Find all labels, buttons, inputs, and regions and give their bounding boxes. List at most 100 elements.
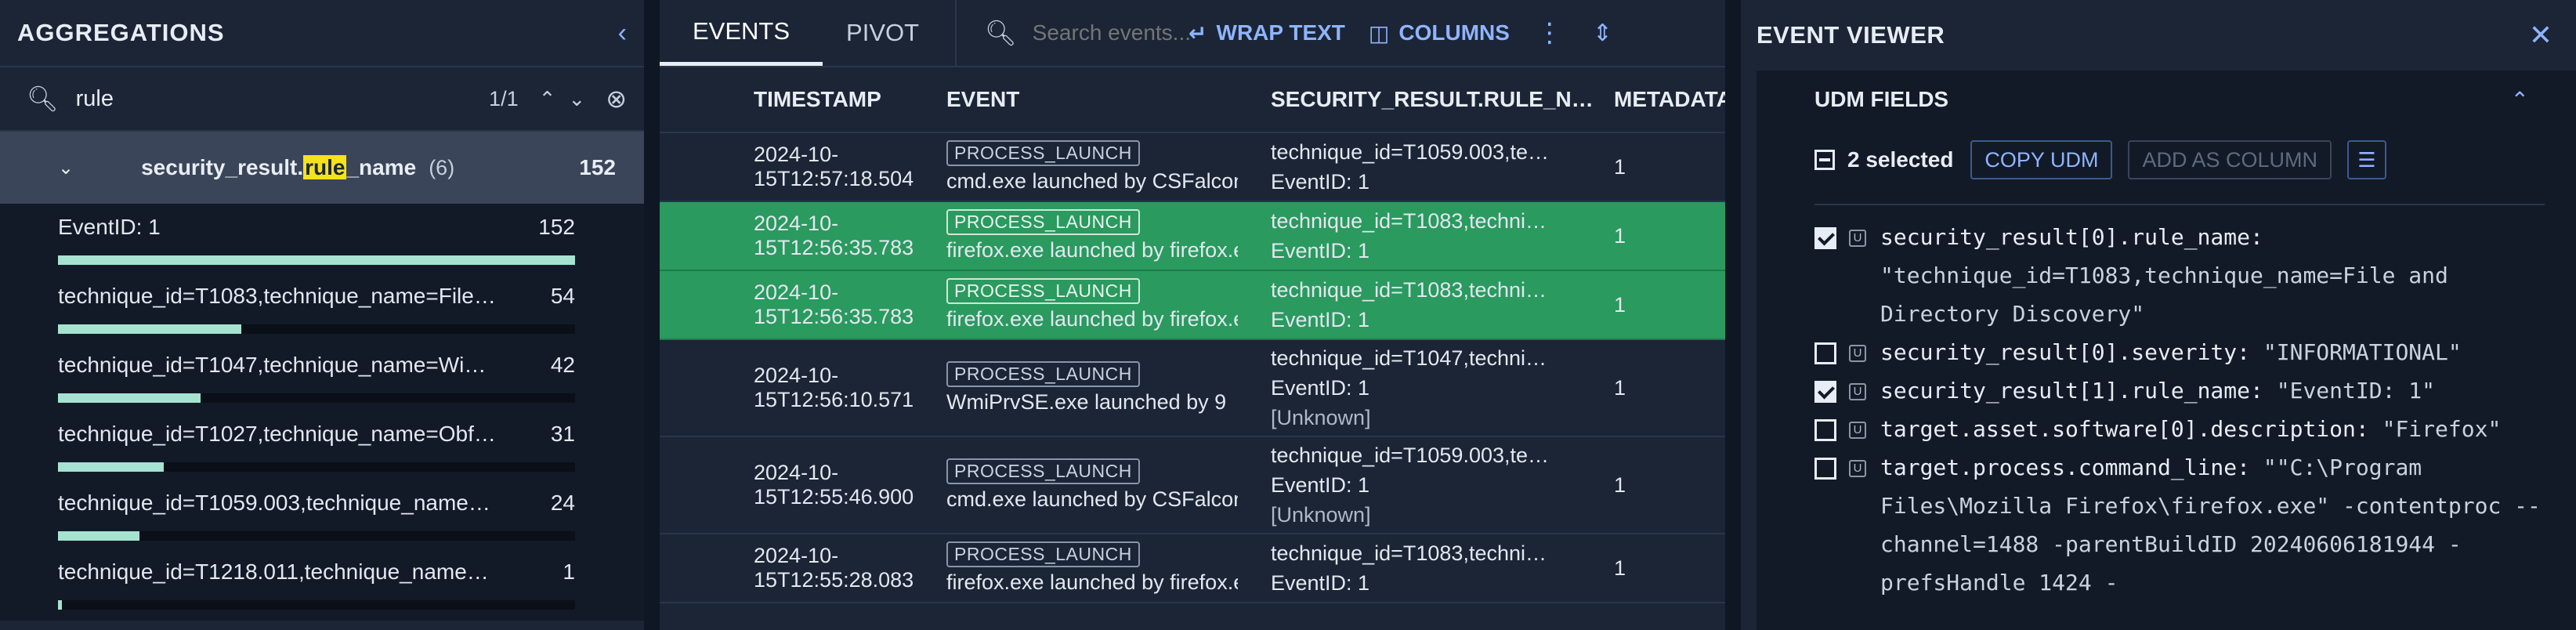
chevron-down-icon[interactable]: ⌄ <box>58 157 74 179</box>
aggregation-value-row[interactable]: technique_id=T1083,technique_name=File a… <box>0 276 644 345</box>
udm-field-key: security_result[0].severity: <box>1880 339 2263 365</box>
table-row[interactable]: 2024-10-15T12:57:18.504 PROCESS_LAUNCHcmd… <box>660 133 1725 202</box>
rule-name-cell-line: technique_id=T1059.003,technique_name=Wi… <box>1271 444 1554 467</box>
udm-fields-header[interactable]: UDM FIELDS ⌃ <box>1757 71 2576 129</box>
rule-name-cell-line: EventID: 1 <box>1271 473 1370 497</box>
aggregations-panel: AGGREGATIONS ‹ 🔍︎ 1/1 ⌃ ⌄ ⊗ ⌄ security_r… <box>0 0 644 630</box>
more-options-icon[interactable]: ⋮ <box>1536 17 1563 49</box>
column-header-metadata[interactable]: METADATA <box>1600 87 1725 112</box>
aggregations-search-input[interactable] <box>74 85 490 113</box>
wrap-text-icon: ↵ <box>1189 20 1207 45</box>
udm-type-icon: U <box>1849 345 1866 362</box>
udm-field-value: "technique_id=T1083,technique_name=File … <box>1880 262 2448 327</box>
event-summary: cmd.exe launched by CSFalconService.exe <box>946 169 1238 193</box>
udm-fields-title: UDM FIELDS <box>1814 87 1949 111</box>
aggregation-value-row[interactable]: EventID: 1 152 <box>0 207 644 276</box>
aggregation-value-row[interactable]: technique_id=T1218.011,technique_name=ru… <box>0 552 644 621</box>
wrap-text-button[interactable]: ↵ WRAP TEXT <box>1189 20 1345 46</box>
udm-field-row[interactable]: Utarget.process.command_line: ""C:\Progr… <box>1814 448 2545 602</box>
events-search-input[interactable] <box>1030 20 1191 46</box>
field-checkbox[interactable] <box>1814 419 1836 441</box>
rule-name-cell-line: EventID: 1 <box>1271 571 1370 595</box>
udm-field-key: security_result[1].rule_name: <box>1880 378 2277 404</box>
event-summary: firefox.exe launched by firefox.exe <box>946 570 1238 594</box>
event-viewer-header: EVENT VIEWER ✕ <box>1741 0 2576 71</box>
timestamp-cell: 2024-10-15T12:56:35.783 <box>754 212 914 259</box>
rule-name-cell: technique_id=T1083,technique_name=File a… <box>1271 275 1600 335</box>
selection-toolbar: 2 selected COPY UDM ADD AS COLUMN ☰ <box>1757 129 2576 191</box>
field-checkbox[interactable] <box>1814 458 1836 480</box>
field-checkbox[interactable] <box>1814 227 1836 249</box>
events-table-body: 2024-10-15T12:57:18.504 PROCESS_LAUNCH cmd… <box>660 133 1725 603</box>
field-checkbox[interactable] <box>1814 381 1836 403</box>
udm-field-row[interactable]: Usecurity_result[0].severity: "INFORMATI… <box>1814 333 2545 371</box>
aggregation-value-row[interactable]: technique_id=T1027,technique_name=Obfusc… <box>0 414 644 483</box>
rule-name-cell-line: EventID: 1 <box>1271 170 1370 194</box>
aggregation-group-header[interactable]: ⌄ security_result.rule_name (6) 152 <box>0 132 644 204</box>
aggregation-value-bar-fill <box>58 600 62 610</box>
udm-type-icon: U <box>1849 422 1866 439</box>
field-checkbox[interactable] <box>1814 342 1836 364</box>
aggregation-value-count: 152 <box>538 215 575 239</box>
copy-udm-button[interactable]: COPY UDM <box>1970 140 2113 179</box>
event-summary: firefox.exe launched by firefox.exe <box>946 307 1238 331</box>
udm-field-row[interactable]: Usecurity_result[1].rule_name: "EventID:… <box>1814 371 2545 410</box>
toolbar-divider <box>955 0 957 66</box>
timestamp-cell: 2024-10-15T12:55:46.900 <box>754 461 914 509</box>
timestamp-cell: 2024-10-15T12:57:18.504 <box>754 143 914 190</box>
columns-button[interactable]: ◫ COLUMNS <box>1369 20 1510 46</box>
tab-events[interactable]: EVENTS <box>660 0 823 66</box>
rule-name-cell-line: EventID: 1 <box>1271 308 1370 331</box>
event-viewer-body: UDM FIELDS ⌃ 2 selected COPY UDM ADD AS … <box>1757 71 2576 630</box>
filter-icon[interactable]: ☰ <box>2347 140 2386 179</box>
aggregation-value-label: EventID: 1 <box>58 215 161 239</box>
metadata-cell: 1 <box>1614 472 1626 497</box>
events-search: 🔍︎ <box>969 18 1191 48</box>
clear-search-icon[interactable]: ⊗ <box>606 84 627 114</box>
table-row[interactable]: 2024-10-15T12:56:10.571 PROCESS_LAUNCH Wmi… <box>660 340 1725 437</box>
udm-field-row[interactable]: Utarget.asset.software[0].description: "… <box>1814 410 2545 448</box>
metadata-cell: 1 <box>1614 375 1626 400</box>
timestamp-cell: 2024-10-15T12:55:28.083 <box>754 544 914 592</box>
aggregations-header: AGGREGATIONS ‹ <box>0 0 644 67</box>
columns-icon: ◫ <box>1368 20 1390 45</box>
expand-icon[interactable]: ⇕ <box>1593 20 1612 47</box>
chevron-up-icon[interactable]: ⌃ <box>2511 87 2529 113</box>
event-type-badge: PROCESS_LAUNCH <box>946 458 1140 484</box>
udm-field-text: security_result[0].severity: "INFORMATIO… <box>1880 333 2462 371</box>
table-row[interactable]: 2024-10-15T12:55:28.083 PROCESS_LAUNCH fir… <box>660 534 1725 603</box>
table-row[interactable]: 2024-10-15T12:55:46.900 PROCESS_LAUNCHcmd… <box>660 437 1725 534</box>
aggregation-group-name: security_result.rule_name <box>141 155 416 180</box>
event-summary: cmd.exe launched by CSFalconService.exe <box>946 487 1238 511</box>
chevron-down-icon[interactable]: ⌄ <box>568 87 585 111</box>
udm-field-row[interactable]: Usecurity_result[0].rule_name: "techniqu… <box>1814 218 2545 333</box>
table-row[interactable]: 2024-10-15T12:56:35.783 PROCESS_LAUNCH fir… <box>660 271 1725 340</box>
close-icon[interactable]: ✕ <box>2529 19 2552 52</box>
udm-field-list: Usecurity_result[0].rule_name: "techniqu… <box>1814 204 2545 630</box>
rule-name-cell: technique_id=T1047,technique_name=Window… <box>1271 343 1600 433</box>
aggregation-value-label: technique_id=T1027,technique_name=Obfusc… <box>58 422 497 446</box>
aggregation-value-bar <box>58 255 575 265</box>
chevron-up-icon[interactable]: ⌃ <box>539 87 556 111</box>
aggregation-value-row[interactable]: technique_id=T1047,technique_name=Window… <box>0 345 644 414</box>
search-icon: 🔍︎ <box>27 85 59 113</box>
rule-name-cell-line: technique_id=T1047,technique_name=Window… <box>1271 346 1554 370</box>
event-summary: firefox.exe launched by firefox.exe <box>946 238 1238 262</box>
tab-pivot[interactable]: PIVOT <box>823 0 942 66</box>
event-type-badge: PROCESS_LAUNCH <box>946 209 1140 235</box>
add-as-column-button[interactable]: ADD AS COLUMN <box>2128 140 2332 179</box>
chevron-left-icon[interactable]: ‹ <box>618 18 627 49</box>
table-row[interactable]: 2024-10-15T12:56:35.783 PROCESS_LAUNCHfir… <box>660 202 1725 271</box>
aggregation-value-count: 42 <box>550 353 575 377</box>
rule-name-cell-line: EventID: 1 <box>1271 376 1370 400</box>
column-header-timestamp[interactable]: TIMESTAMP <box>660 87 943 112</box>
udm-field-text: security_result[1].rule_name: "EventID: … <box>1880 371 2435 410</box>
event-type-badge: PROCESS_LAUNCH <box>946 140 1140 166</box>
column-header-event[interactable]: EVENT <box>943 87 1271 112</box>
aggregation-value-row[interactable]: technique_id=T1059.003,technique_name=Wi… <box>0 483 644 552</box>
metadata-cell: 1 <box>1614 223 1626 248</box>
aggregation-value-bar <box>58 600 575 610</box>
column-header-rule-name[interactable]: SECURITY_RESULT.RULE_NAME <box>1271 87 1600 112</box>
rule-name-cell-line: [Unknown] <box>1271 503 1371 527</box>
select-all-checkbox[interactable] <box>1814 150 1835 170</box>
